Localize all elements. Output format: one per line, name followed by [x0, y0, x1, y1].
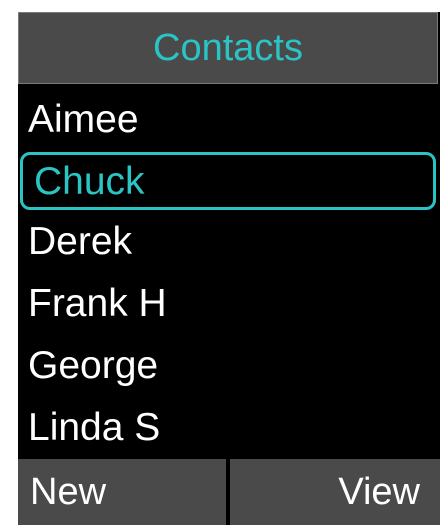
- contact-item-aimee[interactable]: Aimee: [18, 88, 440, 150]
- contact-item-chuck-selected[interactable]: Chuck: [20, 152, 436, 210]
- contact-item-derek[interactable]: Derek: [18, 210, 440, 272]
- title-bar: Contacts: [18, 12, 438, 84]
- page-title: Contacts: [153, 27, 303, 69]
- contact-item-george[interactable]: George: [18, 334, 440, 396]
- softkey-bar: New View: [18, 459, 440, 525]
- phone-screen: Contacts Aimee Chuck Derek Frank H Georg…: [18, 12, 440, 525]
- contact-item-frank-h[interactable]: Frank H: [18, 272, 440, 334]
- view-softkey-button[interactable]: View: [230, 459, 440, 525]
- contact-item-linda-s[interactable]: Linda S: [18, 396, 440, 458]
- contact-list: Aimee Chuck Derek Frank H George Linda S: [18, 88, 440, 458]
- new-softkey-button[interactable]: New: [18, 459, 226, 525]
